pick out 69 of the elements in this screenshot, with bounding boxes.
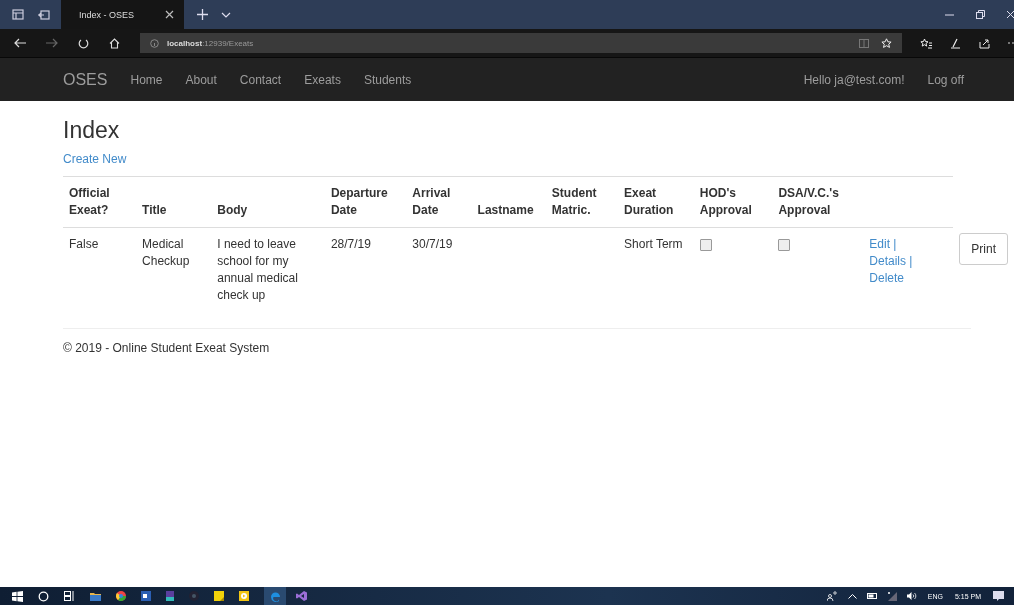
task-view-icon[interactable] [64, 591, 75, 601]
address-field[interactable]: localhost:12939/Exeats [140, 33, 902, 53]
new-tab-icon[interactable] [197, 9, 208, 20]
refresh-icon[interactable] [78, 37, 89, 49]
column-header: Student Matric. [551, 186, 597, 217]
favorites-icon[interactable] [920, 37, 932, 49]
battery-icon[interactable] [866, 593, 878, 599]
log-off-link[interactable]: Log off [927, 72, 964, 87]
table-cell: I need to leave school for my annual medical check up [217, 237, 298, 302]
table-cell: 28/7/19 [330, 237, 371, 251]
site-brand-link[interactable]: OSES [63, 70, 108, 89]
visual-studio-icon[interactable] [296, 591, 307, 601]
column-header: Departure Date [330, 186, 388, 217]
restore-icon[interactable] [976, 10, 985, 19]
column-header: DSA/V.C.'s Approval [778, 186, 839, 217]
wifi-icon[interactable] [887, 591, 897, 601]
forward-arrow-icon[interactable] [46, 38, 58, 48]
table-cell: Short Term [624, 237, 683, 251]
nav-link[interactable]: Home [130, 72, 163, 87]
print-button[interactable]: Print [959, 232, 1008, 265]
tabs-aside-icon[interactable] [12, 9, 24, 20]
close-icon[interactable] [165, 10, 174, 19]
column-header: Title [142, 203, 167, 217]
action-link[interactable]: Delete [869, 270, 948, 287]
column-header: Arrival Date [412, 186, 451, 217]
column-header: Lastname [477, 203, 534, 217]
column-header: Exeat Duration [624, 186, 674, 217]
pen-icon[interactable] [950, 37, 961, 49]
edge-taskbar-button[interactable] [264, 587, 286, 605]
action-link[interactable]: Details | [869, 253, 948, 270]
edge-icon [269, 590, 281, 602]
notifications-icon[interactable] [993, 591, 1004, 601]
footer-text: © 2019 - Online Student Exeat System [63, 341, 271, 355]
volume-icon[interactable] [906, 592, 918, 600]
column-header: HOD's Approval [699, 186, 752, 217]
reading-view-icon[interactable] [859, 38, 869, 48]
app-icon[interactable] [166, 591, 174, 601]
folder-icon[interactable] [90, 591, 101, 601]
column-header: Official Exeat? [69, 186, 110, 217]
page-heading: Index [63, 119, 121, 142]
table-cell: 30/7/19 [412, 237, 453, 251]
people-icon[interactable] [826, 591, 838, 601]
nav-link[interactable]: Exeats [304, 72, 341, 87]
share-icon[interactable] [979, 37, 990, 49]
minimize-icon[interactable] [945, 13, 954, 16]
browser-icon[interactable] [116, 591, 126, 601]
table-cell: Medical Checkup [142, 237, 190, 268]
checkbox[interactable] [778, 238, 791, 251]
table-cell: False [69, 237, 99, 251]
document-app-icon[interactable] [141, 591, 151, 601]
start-icon[interactable] [12, 590, 23, 602]
info-icon[interactable] [150, 38, 159, 48]
back-arrow-icon[interactable] [14, 38, 26, 48]
search-icon[interactable] [38, 590, 49, 602]
nav-link[interactable]: About [185, 72, 217, 87]
chevron-up-icon[interactable] [847, 593, 857, 599]
star-icon[interactable] [881, 37, 892, 49]
column-header: Body [217, 203, 248, 217]
checkbox[interactable] [699, 238, 712, 251]
chevron-down-icon[interactable] [221, 11, 231, 18]
nav-link[interactable]: Contact [239, 72, 282, 87]
close-icon[interactable] [1007, 10, 1014, 19]
greeting-link[interactable]: Hello ja@test.com! [803, 72, 905, 87]
back-tabs-icon[interactable] [38, 9, 50, 20]
create-new-link[interactable]: Create New [63, 152, 1014, 166]
nav-link[interactable]: Students [363, 72, 412, 87]
browser-tab[interactable]: Index - OSES [61, 0, 184, 29]
home-icon[interactable] [109, 37, 120, 49]
action-link[interactable]: Edit | [869, 236, 948, 253]
